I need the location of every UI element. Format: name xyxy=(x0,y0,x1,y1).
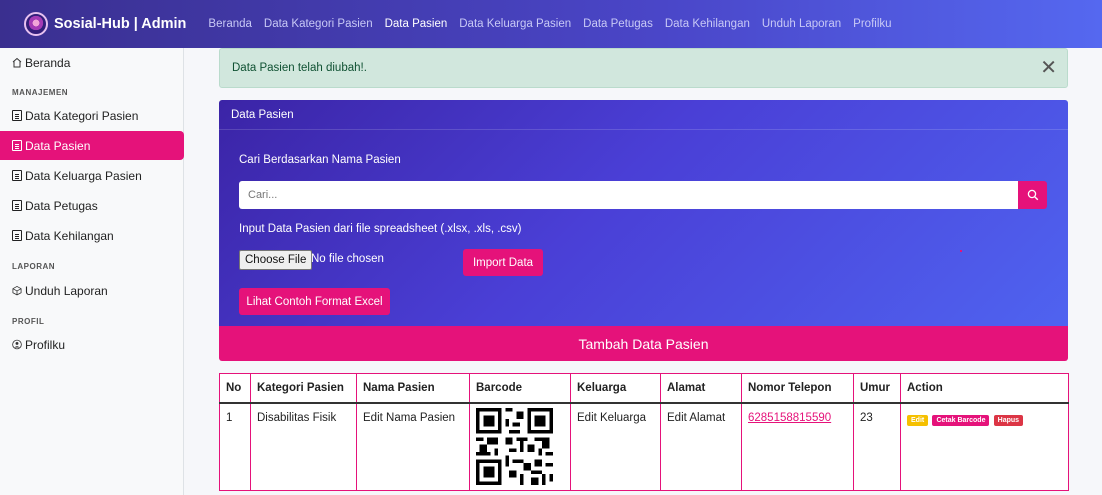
nav-link-profilku[interactable]: Profilku xyxy=(853,18,891,30)
document-icon xyxy=(12,110,22,121)
example-format-button[interactable]: Lihat Contoh Format Excel xyxy=(239,288,390,315)
print-barcode-button[interactable]: Cetak Barcode xyxy=(932,414,990,426)
sidebar: Beranda MANAJEMEN Data Kategori Pasien D… xyxy=(0,48,184,495)
success-alert: Data Pasien telah diubah!. ✕ xyxy=(219,48,1068,88)
column-header: Nomor Telepon xyxy=(741,373,854,404)
sidebar-item-data-petugas[interactable]: Data Petugas xyxy=(0,191,184,220)
search-input[interactable] xyxy=(239,181,1018,209)
column-header: Action xyxy=(900,373,1069,404)
cell-no: 1 xyxy=(219,402,251,491)
sidebar-item-profilku[interactable]: Profilku xyxy=(0,330,184,359)
column-header: Kategori Pasien xyxy=(250,373,357,404)
file-status: No file chosen xyxy=(311,253,384,265)
search-label: Cari Berdasarkan Nama Pasien xyxy=(239,154,401,166)
cell-keluarga: Edit Keluarga xyxy=(570,402,661,491)
brand-logo xyxy=(24,12,48,36)
document-icon xyxy=(12,230,22,241)
phone-link[interactable]: 6285158815590 xyxy=(748,412,831,424)
cell-nama: Edit Nama Pasien xyxy=(356,402,470,491)
dot-artifact xyxy=(960,250,962,252)
nav-link-data-petugas[interactable]: Data Petugas xyxy=(583,18,653,30)
cell-umur: 23 xyxy=(853,402,901,491)
patients-table: No Kategori Pasien Nama Pasien Barcode K… xyxy=(219,373,1069,491)
brand-title: Sosial-Hub | Admin xyxy=(54,16,187,32)
brand[interactable]: Sosial-Hub | Admin xyxy=(0,0,186,48)
column-header: Alamat xyxy=(660,373,742,404)
search-icon xyxy=(1027,189,1038,201)
sidebar-item-data-keluarga-pasien[interactable]: Data Keluarga Pasien xyxy=(0,161,184,190)
home-icon xyxy=(12,57,22,68)
card-title: Data Pasien xyxy=(219,100,1068,130)
nav-link-beranda[interactable]: Beranda xyxy=(208,18,251,30)
search-button[interactable] xyxy=(1018,181,1047,209)
sidebar-item-label: Data Pasien xyxy=(25,138,91,153)
add-patient-button[interactable]: Tambah Data Pasien xyxy=(219,326,1068,361)
qr-code-image xyxy=(476,407,553,485)
close-icon[interactable]: ✕ xyxy=(1040,58,1057,78)
delete-button[interactable]: Hapus xyxy=(993,414,1024,426)
document-icon xyxy=(12,200,22,211)
nav-link-unduh-laporan[interactable]: Unduh Laporan xyxy=(762,18,841,30)
sidebar-item-label: Unduh Laporan xyxy=(25,283,108,298)
nav-link-data-keluarga-pasien[interactable]: Data Keluarga Pasien xyxy=(459,18,571,30)
sidebar-item-label: Profilku xyxy=(25,337,66,352)
sidebar-item-label: Data Keluarga Pasien xyxy=(25,168,142,183)
column-header: Keluarga xyxy=(570,373,661,404)
import-label: Input Data Pasien dari file spreadsheet … xyxy=(239,223,522,235)
nav-links: Beranda Data Kategori Pasien Data Pasien… xyxy=(196,18,891,30)
cell-kategori: Disabilitas Fisik xyxy=(250,402,357,491)
choose-file-button[interactable]: Choose File xyxy=(239,250,313,270)
sidebar-item-label: Data Kehilangan xyxy=(25,228,114,243)
box-icon xyxy=(12,285,22,296)
nav-link-data-kehilangan[interactable]: Data Kehilangan xyxy=(665,18,750,30)
edit-button[interactable]: Edit xyxy=(907,414,929,426)
sidebar-heading-laporan: LAPORAN xyxy=(12,262,56,271)
import-data-button[interactable]: Import Data xyxy=(463,249,543,276)
sidebar-heading-profil: PROFIL xyxy=(12,317,45,326)
nav-link-data-kategori-pasien[interactable]: Data Kategori Pasien xyxy=(264,18,373,30)
top-navbar: Sosial-Hub | Admin Beranda Data Kategori… xyxy=(0,0,1102,48)
nav-link-data-pasien[interactable]: Data Pasien xyxy=(385,18,448,30)
cell-barcode xyxy=(469,402,571,491)
document-icon xyxy=(12,140,22,151)
column-header: No xyxy=(219,373,251,404)
column-header: Nama Pasien xyxy=(356,373,470,404)
table-row: 1 Disabilitas Fisik Edit Nama Pasien Edi… xyxy=(219,402,1069,491)
sidebar-item-beranda[interactable]: Beranda xyxy=(0,48,184,77)
sidebar-item-data-pasien[interactable]: Data Pasien xyxy=(0,131,184,160)
table-header-row: No Kategori Pasien Nama Pasien Barcode K… xyxy=(219,373,1069,404)
cell-telepon: 6285158815590 xyxy=(741,402,854,491)
user-circle-icon xyxy=(12,339,22,350)
sidebar-item-data-kategori-pasien[interactable]: Data Kategori Pasien xyxy=(0,101,184,130)
sidebar-item-label: Beranda xyxy=(25,55,71,70)
sidebar-item-label: Data Petugas xyxy=(25,198,98,213)
column-header: Umur xyxy=(853,373,901,404)
cell-action: Edit Cetak Barcode Hapus xyxy=(900,402,1069,491)
column-header: Barcode xyxy=(469,373,571,404)
data-pasien-card: Data Pasien Cari Berdasarkan Nama Pasien… xyxy=(219,100,1068,326)
sidebar-item-unduh-laporan[interactable]: Unduh Laporan xyxy=(0,276,184,305)
sidebar-heading-manajemen: MANAJEMEN xyxy=(12,88,69,97)
document-icon xyxy=(12,170,22,181)
alert-message: Data Pasien telah diubah!. xyxy=(232,62,367,74)
sidebar-item-label: Data Kategori Pasien xyxy=(25,108,139,123)
cell-alamat: Edit Alamat xyxy=(660,402,742,491)
sidebar-item-data-kehilangan[interactable]: Data Kehilangan xyxy=(0,221,184,250)
